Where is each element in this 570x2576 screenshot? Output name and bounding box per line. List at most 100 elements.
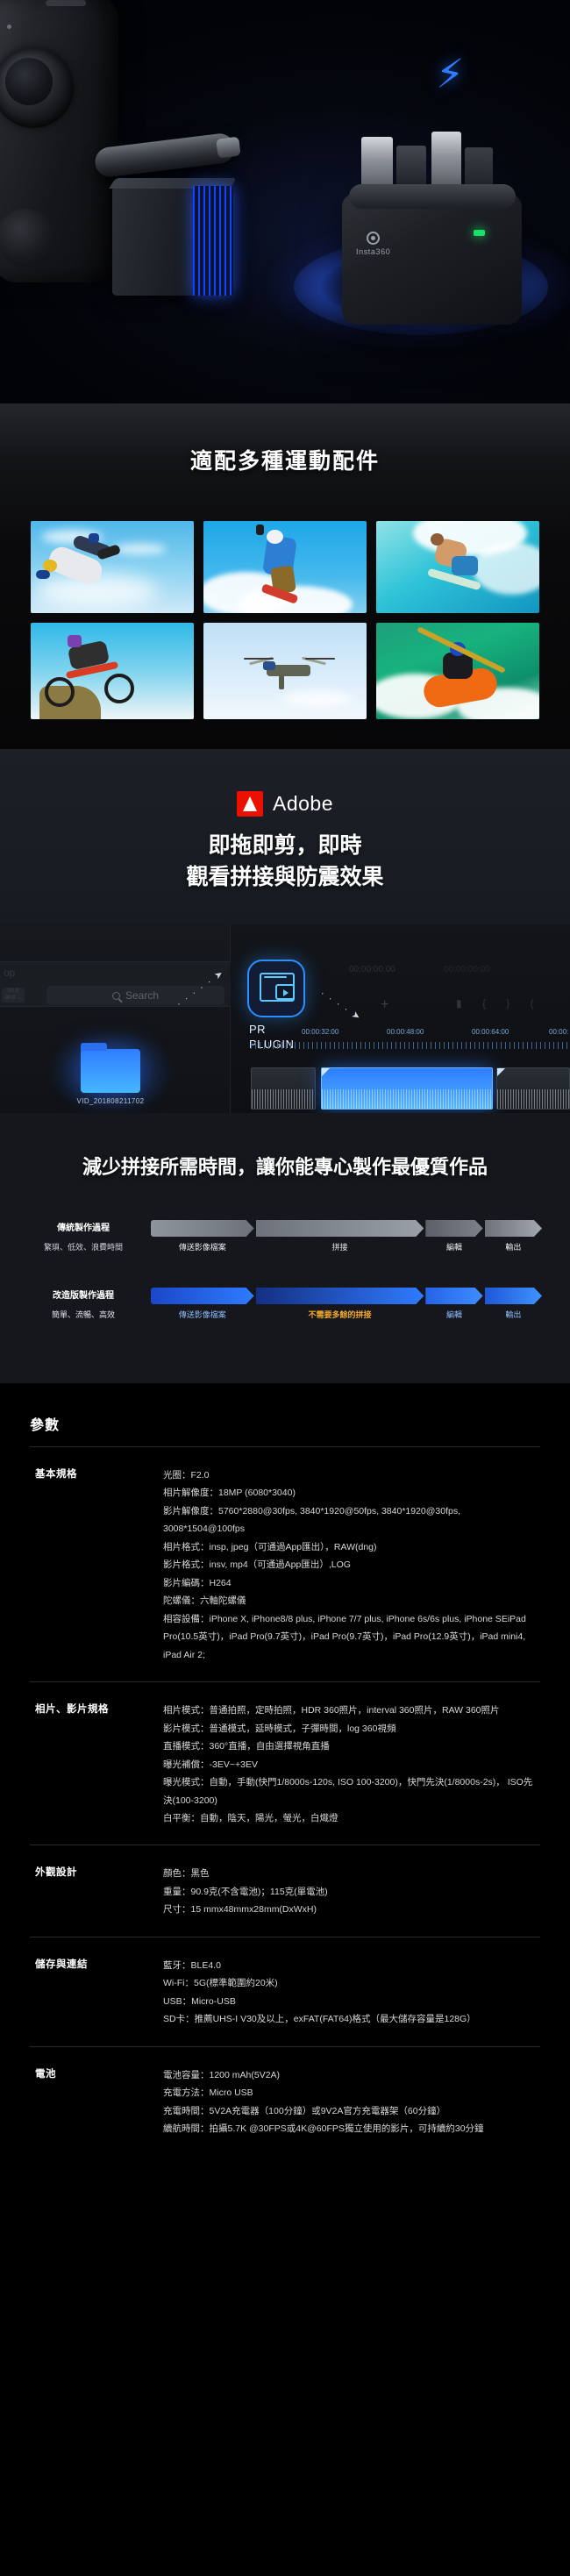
spec-row: 電池 電池容量：1200 mAh(5V2A) 充電方法：Micro USB 充電…	[30, 2047, 540, 2156]
camera-mic-dot	[7, 25, 11, 29]
adobe-headline: 即拖即剪，即時 觀看拼接與防震效果	[0, 831, 570, 893]
spec-key: 外觀設計	[35, 1867, 77, 1879]
segment-chevron	[256, 1220, 424, 1237]
plus-icon[interactable]: +	[381, 997, 388, 1013]
folder-label: VID_201808211702	[76, 1097, 145, 1105]
plugin-play-icon	[275, 984, 295, 1000]
camera-lens-icon	[0, 47, 74, 128]
segment-label: 編輯	[445, 1243, 462, 1252]
spec-row: 儲存與連結 藍牙：BLE4.0 Wi-Fi：5G(標準範圍約20米) USB：M…	[30, 1937, 540, 2046]
segment-chevron	[485, 1288, 542, 1304]
timeline-clip-right[interactable]	[496, 1067, 570, 1110]
workflow-segment: 輸出	[485, 1288, 542, 1319]
spec-values: 光圈：F2.0 相片解像度：18MP (6080*3040) 影片解像度：576…	[163, 1466, 540, 1664]
spec-line: 直播模式：360°直播，自由選擇視角直播	[163, 1741, 330, 1752]
spec-line: Wi-Fi：5G(標準範圍約20米)	[163, 1978, 278, 1989]
workflow-segment: 編輯	[425, 1220, 482, 1252]
spec-line: 充電方法：Micro USB	[163, 2087, 253, 2099]
timeline-clip-selected[interactable]	[321, 1067, 493, 1110]
workflow-comparison-section: 減少拼接所需時間，讓你能專心製作最優質作品 傳統製作過程 繁瑣、低效、浪費時間 …	[0, 1113, 570, 1383]
spec-line: 尺寸：15 mmx48mmx28mm(DxWxH)	[163, 1904, 317, 1916]
insta360-wordmark: Insta360	[356, 247, 391, 256]
spec-values: 電池容量：1200 mAh(5V2A) 充電方法：Micro USB 充電時間：…	[163, 2066, 540, 2138]
spec-line: 曝光模式：自動，手動(快門1/8000s-120s, ISO 100-3200)…	[163, 1777, 533, 1806]
specs-table: 基本規格 光圈：F2.0 相片解像度：18MP (6080*3040) 影片解像…	[30, 1446, 540, 2156]
segment-label: 傳送影像檔案	[178, 1310, 226, 1319]
ruler-ticks	[251, 1042, 570, 1049]
segment-label-highlight: 不需要多餘的拼接	[308, 1310, 372, 1319]
pr-plugin-icon[interactable]	[247, 960, 305, 1017]
camera-lens-secondary-icon	[0, 209, 54, 267]
editor-panel-label: op	[4, 967, 16, 979]
workflow-row-traditional: 傳統製作過程 繁瑣、低效、浪費時間 傳送影像檔案 拼接 編輯 輸出	[26, 1220, 544, 1252]
spec-line: 影片格式：insv, mp4（可通過App匯出）,LOG	[163, 1559, 351, 1571]
spec-line: 影片編碼：H264	[163, 1577, 232, 1588]
segment-label: 拼接	[331, 1243, 348, 1252]
folder-icon[interactable]	[81, 1043, 140, 1093]
spec-row: 外觀設計 顏色：黑色 重量：90.9克(不含電池)；115克(單電池) 尺寸：1…	[30, 1845, 540, 1936]
segment-chevron	[256, 1288, 424, 1304]
timeline-ruler: 00:00:32:00 00:00:48:00 00:00:64:00 00:0…	[251, 1028, 570, 1060]
dock-status-led	[474, 230, 485, 236]
spec-line: USB：Micro-USB	[163, 1995, 236, 2007]
adobe-wordmark: Adobe	[272, 792, 333, 815]
adobe-headline-line2: 觀看拼接與防震效果	[186, 864, 384, 889]
workflow-segment: 不需要多餘的拼接	[256, 1288, 424, 1319]
timeline-clip-left[interactable]	[251, 1067, 316, 1110]
workflow-bar-traditional: 傳送影像檔案 拼接 編輯 輸出	[151, 1220, 544, 1252]
clip-waveform	[497, 1089, 569, 1109]
clip-corner-icon	[322, 1068, 330, 1076]
workflow-label-improved: 改造版製作過程 簡單、流暢、高效	[26, 1288, 140, 1320]
ruler-mark-2: 00:00:48:00	[387, 1028, 424, 1036]
spec-values: 相片模式：普通拍照，定時拍照，HDR 360照片，interval 360照片，…	[163, 1702, 540, 1827]
spec-line: 藍牙：BLE4.0	[163, 1959, 221, 1971]
product-page: Insta360 ⚡ 適配多種運動配件 Adobe 即拖即剪，即時 觀看拼接與防…	[0, 0, 570, 2217]
adobe-a-icon	[236, 791, 263, 817]
workflow-subtitle: 簡單、流暢、高效	[51, 1310, 115, 1319]
segment-chevron	[151, 1220, 254, 1237]
segment-chevron	[425, 1220, 482, 1237]
segment-label: 輸出	[505, 1310, 522, 1319]
spec-key: 基本規格	[35, 1469, 77, 1480]
workflow-segment: 輸出	[485, 1220, 542, 1252]
timecode-1: 00:00:00:00	[349, 965, 395, 974]
skydiving-photo	[31, 521, 194, 613]
accessories-section: 適配多種運動配件	[0, 403, 570, 749]
spec-line: 相片模式：普通拍照，定時拍照，HDR 360照片，interval 360照片，…	[163, 1705, 500, 1716]
dock-top-rim	[349, 184, 516, 209]
mountain-biking-photo	[31, 623, 194, 719]
drone-photo	[203, 623, 367, 719]
spec-line: 影片模式：普通模式，延時模式，子彈時間，log 360視頻	[163, 1723, 396, 1734]
charging-dock: Insta360	[342, 184, 522, 325]
spec-key: 電池	[35, 2068, 56, 2080]
segment-chevron	[425, 1288, 482, 1304]
segment-label: 傳送影像檔案	[178, 1243, 226, 1252]
editor-view-select[interactable]: 00.0 00.0 ⌄	[2, 988, 25, 1003]
spec-line: 影片解像度：5760*2880@30fps, 3840*1920@50fps, …	[163, 1505, 461, 1535]
clip-corner-icon	[497, 1068, 505, 1076]
timecode-2: 00:00:00:00	[444, 965, 490, 974]
lightning-bolt-icon: ⚡	[436, 51, 465, 96]
workflow-title: 改造版製作過程	[53, 1291, 114, 1301]
battery-module	[109, 178, 237, 296]
spec-line: 陀螺儀：六軸陀螺儀	[163, 1595, 246, 1607]
insta360-ring-icon	[367, 232, 381, 245]
spec-line: 續航時間：拍攝5.7K @30FPS或4K@60FPS獨立使用的影片，可持續約3…	[163, 2123, 484, 2135]
workflow-row-improved: 改造版製作過程 簡單、流暢、高效 傳送影像檔案 不需要多餘的拼接 編輯 輸出	[26, 1288, 544, 1319]
ruler-mark-3: 00:00:64:00	[472, 1028, 509, 1036]
accessories-photo-grid	[31, 521, 539, 719]
premiere-editor-mockup: op 00.0 00.0 ⌄ Search VID_201808211702 · …	[0, 924, 570, 1113]
adobe-logo: Adobe	[0, 791, 570, 817]
workflow-segment: 傳送影像檔案	[151, 1288, 254, 1319]
segment-chevron	[485, 1220, 542, 1237]
specs-title: 參數	[30, 1418, 61, 1433]
snowboarding-photo	[203, 521, 367, 613]
spec-values: 藍牙：BLE4.0 Wi-Fi：5G(標準範圍約20米) USB：Micro-U…	[163, 1957, 540, 2029]
spec-line: 光圈：F2.0	[163, 1470, 210, 1481]
adobe-section: Adobe 即拖即剪，即時 觀看拼接與防震效果 op 00.0 00.0 ⌄ Se…	[0, 749, 570, 1113]
camera-top-strip	[46, 0, 86, 6]
search-placeholder: Search	[125, 989, 160, 1002]
spec-values: 顏色：黑色 重量：90.9克(不含電池)；115克(單電池) 尺寸：15 mmx…	[163, 1865, 540, 1918]
specifications-section: 參數 基本規格 光圈：F2.0 相片解像度：18MP (6080*3040) 影…	[0, 1383, 570, 2217]
timeline-tool-icons[interactable]: ▮ { } (	[456, 997, 543, 1010]
